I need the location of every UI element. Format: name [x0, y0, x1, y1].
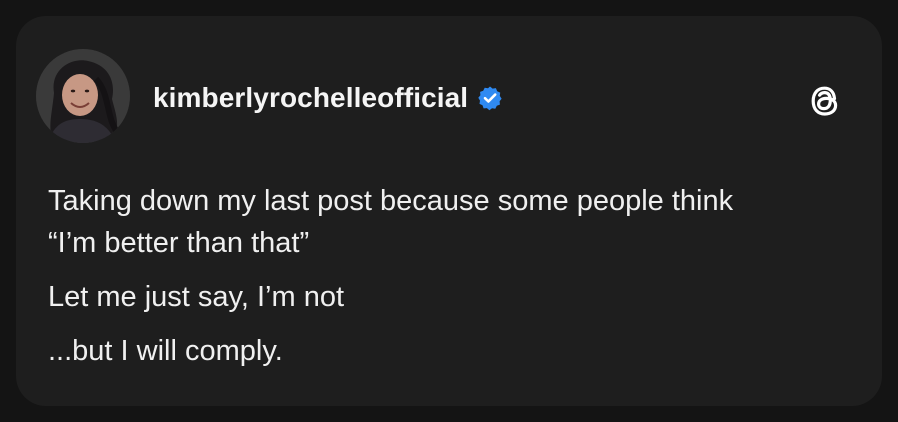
avatar[interactable]	[36, 49, 130, 143]
verified-check-icon	[477, 85, 503, 111]
threads-logo-icon[interactable]	[808, 82, 842, 120]
username-row: kimberlyrochelleofficial	[153, 80, 503, 116]
post-card: kimberlyrochelleofficial Taking down my …	[16, 16, 882, 406]
post-body: Taking down my last post because some pe…	[48, 180, 868, 372]
post-line: Taking down my last post because some pe…	[48, 185, 734, 217]
post-line: ...but I will comply.	[48, 335, 283, 367]
username[interactable]: kimberlyrochelleofficial	[153, 82, 468, 114]
post-line: “I’m better than that”	[48, 227, 310, 259]
avatar-image	[36, 49, 130, 143]
post-line: Let me just say, I’m not	[48, 281, 345, 313]
